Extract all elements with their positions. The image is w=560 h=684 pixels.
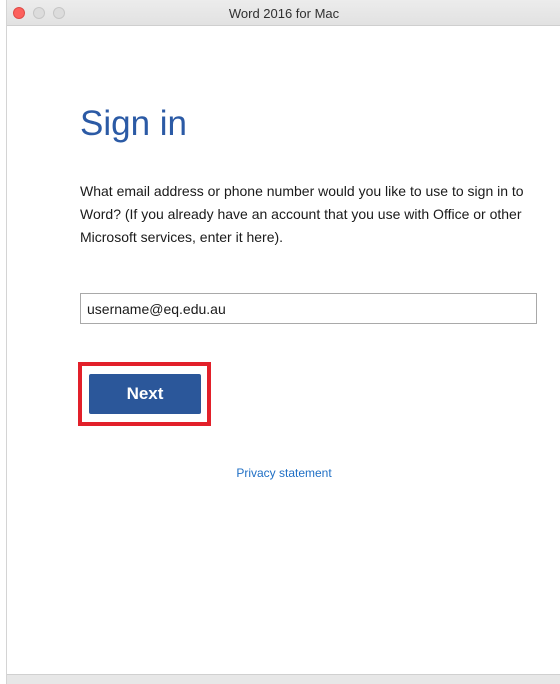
sign-in-heading: Sign in [80,104,188,143]
next-button[interactable]: Next [89,374,201,414]
email-input[interactable] [80,293,537,324]
privacy-statement-link[interactable]: Privacy statement [7,466,560,480]
title-bar[interactable]: Word 2016 for Mac [7,0,560,26]
sign-in-instructions: What email address or phone number would… [80,183,524,245]
app-window: Word 2016 for Mac Sign in What email add… [6,0,560,684]
window-title: Word 2016 for Mac [228,6,340,21]
window-bottom-bar [7,674,560,684]
